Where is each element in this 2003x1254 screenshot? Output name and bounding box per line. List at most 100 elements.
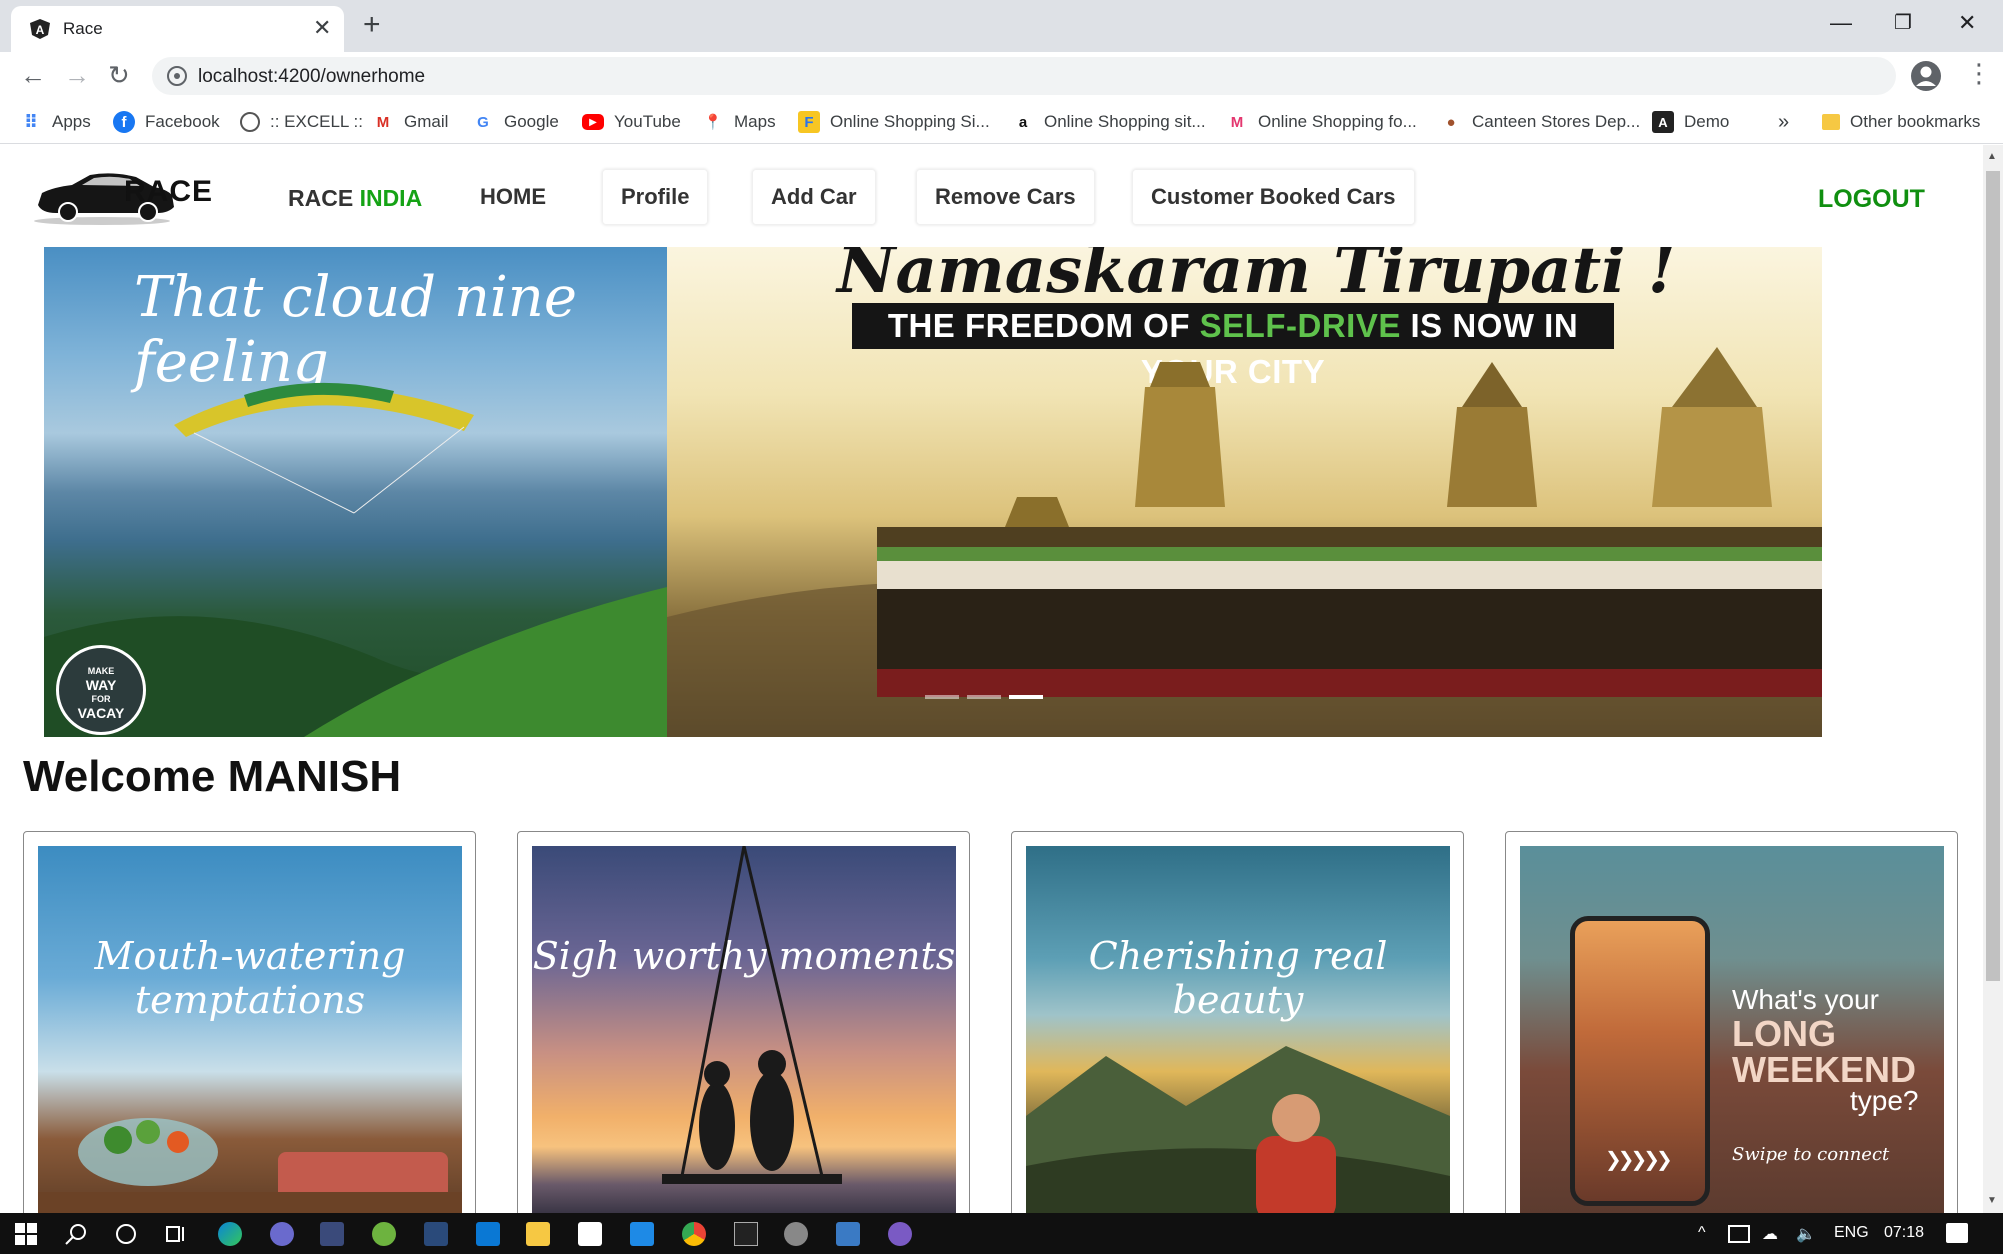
- headline-line: LONG: [1732, 1013, 1836, 1054]
- cortana-icon[interactable]: [114, 1222, 138, 1246]
- address-bar[interactable]: localhost:4200/ownerhome: [152, 57, 1896, 95]
- promo-card-beauty[interactable]: Cherishing real beauty: [1011, 831, 1464, 1213]
- page-content: RACE RACE INDIA HOME Profile Add Car Rem…: [0, 145, 1983, 1213]
- nav-add-car[interactable]: Add Car: [752, 169, 876, 225]
- bookmark-shopping-1[interactable]: F Online Shopping Si...: [798, 110, 990, 134]
- bookmark-excell[interactable]: :: EXCELL ::: [240, 110, 363, 134]
- bookmark-facebook[interactable]: f Facebook: [113, 110, 220, 134]
- banner-right-title: Namaskaram Tirupati !: [837, 247, 1676, 308]
- bookmark-label: YouTube: [614, 112, 681, 131]
- tagline-highlight: SELF-DRIVE: [1199, 307, 1401, 344]
- language-indicator[interactable]: ENG: [1834, 1224, 1869, 1242]
- banner-carousel[interactable]: That cloud nine feeling MAKE WAY FOR VAC…: [44, 247, 1822, 737]
- onedrive-cloud-icon[interactable]: ☁: [1762, 1224, 1778, 1244]
- windows-taskbar: ^ ☁ 🔈 ENG 07:18: [0, 1213, 2003, 1254]
- volume-icon[interactable]: 🔈: [1796, 1224, 1816, 1244]
- windows-start-icon[interactable]: [14, 1222, 38, 1246]
- notification-center-icon[interactable]: [1946, 1223, 1968, 1243]
- bookmark-youtube[interactable]: ▶ YouTube: [582, 110, 681, 134]
- nav-remove-cars[interactable]: Remove Cars: [916, 169, 1095, 225]
- bookmark-shopping-3[interactable]: M Online Shopping fo...: [1226, 110, 1417, 134]
- terminal-icon[interactable]: [734, 1222, 758, 1246]
- search-icon[interactable]: [64, 1222, 88, 1246]
- page-scrollbar[interactable]: ▲ ▼: [1983, 145, 2003, 1213]
- bookmark-label: Google: [504, 112, 559, 131]
- bookmark-google[interactable]: G Google: [472, 110, 559, 134]
- bookmark-canteen[interactable]: ● Canteen Stores Dep...: [1440, 110, 1640, 134]
- scroll-up-icon[interactable]: ▲: [1987, 151, 1997, 162]
- promo-card-moments[interactable]: Sigh worthy moments: [517, 831, 970, 1213]
- spring-tool-icon[interactable]: [372, 1222, 396, 1246]
- settings-gear-icon[interactable]: [784, 1222, 808, 1246]
- google-icon: G: [477, 113, 489, 131]
- badge-line: MAKE: [87, 666, 115, 676]
- browser-tab[interactable]: A Race ✕: [11, 6, 344, 52]
- more-bookmarks-icon[interactable]: »: [1778, 110, 1789, 134]
- tagline-pre: THE FREEDOM OF: [887, 307, 1200, 344]
- tab-title: Race: [63, 19, 103, 38]
- vacay-badge: MAKE WAY FOR VACAY: [56, 645, 146, 735]
- bookmark-label: Apps: [52, 112, 91, 131]
- browser-menu-icon[interactable]: ⋮: [1966, 58, 1992, 89]
- edge-browser-icon[interactable]: [218, 1222, 242, 1246]
- file-explorer-icon[interactable]: [526, 1222, 550, 1246]
- restore-icon[interactable]: ❐: [1894, 10, 1912, 36]
- profile-avatar-icon[interactable]: [1910, 60, 1942, 92]
- bookmark-apps[interactable]: ⠿ Apps: [20, 110, 91, 134]
- store-icon[interactable]: [578, 1222, 602, 1246]
- logout-button[interactable]: LOGOUT: [1818, 185, 1925, 214]
- minimize-icon[interactable]: —: [1830, 10, 1852, 36]
- network-icon[interactable]: [1728, 1225, 1750, 1243]
- badge-line: VACAY: [77, 705, 125, 721]
- card-image: Cherishing real beauty: [1026, 846, 1450, 1213]
- forward-arrow-icon[interactable]: →: [64, 60, 90, 90]
- app-icon[interactable]: [888, 1222, 912, 1246]
- media-app-icon[interactable]: [270, 1222, 294, 1246]
- temple-illustration-icon: [667, 347, 1822, 737]
- carousel-dot[interactable]: [925, 695, 959, 699]
- promo-card-food[interactable]: Mouth-watering temptations: [23, 831, 476, 1213]
- bookmark-gmail[interactable]: M Gmail: [372, 110, 449, 134]
- other-bookmarks[interactable]: Other bookmarks: [1822, 110, 1980, 134]
- new-tab-icon[interactable]: +: [363, 8, 381, 42]
- banner-tagline: THE FREEDOM OF SELF-DRIVE IS NOW IN YOUR…: [852, 303, 1614, 390]
- card-caption: Cherishing real beauty: [1088, 934, 1388, 1022]
- headline-line: type?: [1850, 1085, 1919, 1116]
- bookmark-label: Facebook: [145, 112, 220, 131]
- control-panel-icon[interactable]: [836, 1222, 860, 1246]
- scroll-thumb[interactable]: [1986, 171, 2000, 981]
- bookmark-shopping-2[interactable]: a Online Shopping sit...: [1012, 110, 1206, 134]
- angular-icon: A: [30, 19, 50, 39]
- carousel-dot[interactable]: [967, 695, 1001, 699]
- shopping-bag-icon: F: [798, 111, 820, 133]
- close-tab-icon[interactable]: ✕: [313, 16, 331, 40]
- bookmark-demo[interactable]: A Demo: [1652, 110, 1729, 134]
- bookmark-maps[interactable]: 📍 Maps: [702, 110, 776, 134]
- food-bowl-icon: [38, 1118, 462, 1213]
- nav-home[interactable]: HOME: [462, 169, 564, 225]
- swing-couple-icon: [662, 846, 842, 1184]
- brand-title[interactable]: RACE INDIA: [288, 185, 422, 212]
- mysql-app-icon[interactable]: [320, 1222, 344, 1246]
- clock[interactable]: 07:18: [1884, 1224, 1924, 1242]
- mail-icon[interactable]: [476, 1222, 500, 1246]
- phone-frame: ❯❯❯❯❯: [1570, 916, 1710, 1206]
- back-arrow-icon[interactable]: ←: [20, 60, 46, 90]
- badge-line: WAY: [85, 677, 117, 693]
- ide-app-icon[interactable]: [424, 1222, 448, 1246]
- task-view-icon[interactable]: [164, 1222, 188, 1246]
- tray-chevron-up-icon[interactable]: ^: [1698, 1224, 1706, 1242]
- close-window-icon[interactable]: ✕: [1958, 10, 1976, 36]
- bookmark-label: :: EXCELL ::: [270, 112, 363, 131]
- site-info-icon[interactable]: [166, 65, 188, 87]
- scroll-down-icon[interactable]: ▼: [1987, 1195, 1997, 1206]
- nav-customer-booked-cars[interactable]: Customer Booked Cars: [1132, 169, 1415, 225]
- promo-card-weekend[interactable]: ❯❯❯❯❯ What's your LONG WEEKEND type? Swi…: [1505, 831, 1958, 1213]
- reload-icon[interactable]: ↻: [108, 60, 130, 90]
- nav-profile[interactable]: Profile: [602, 169, 709, 225]
- bookmark-label: Online Shopping fo...: [1258, 112, 1417, 131]
- vscode-icon[interactable]: [630, 1222, 654, 1246]
- carousel-dot-active[interactable]: [1009, 695, 1043, 699]
- browser-tabstrip: A Race ✕ + — ❐ ✕: [0, 0, 2003, 52]
- chrome-icon[interactable]: [682, 1222, 706, 1246]
